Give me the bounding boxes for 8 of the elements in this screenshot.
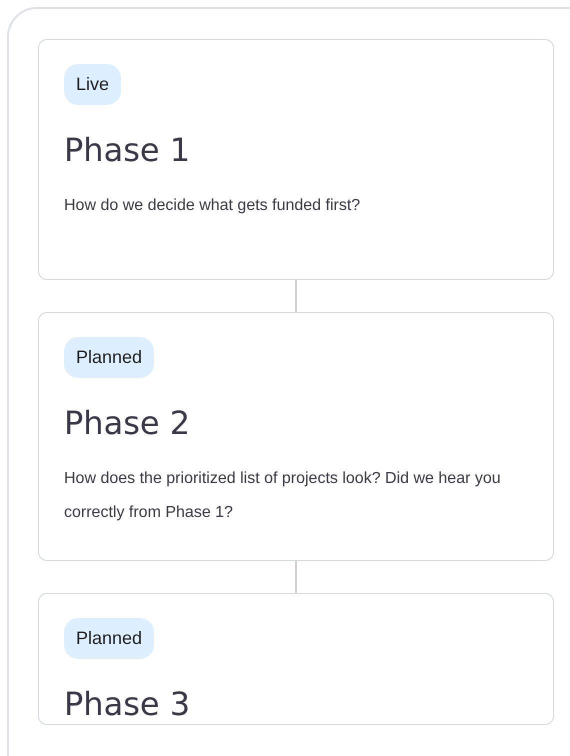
phase-title: Phase 3 (64, 685, 192, 724)
phase-title: Phase 1 (64, 131, 192, 170)
status-badge: Planned (64, 337, 154, 378)
phase-title: Phase 2 (64, 404, 192, 442)
status-badge: Live (64, 64, 122, 105)
status-badge: Planned (64, 618, 154, 660)
phase-description: How do we decide what gets funded first? (64, 196, 362, 216)
phase-description: How does the prioritized list of projects look? Did we hear you correctly from Phase 1? (64, 469, 502, 524)
